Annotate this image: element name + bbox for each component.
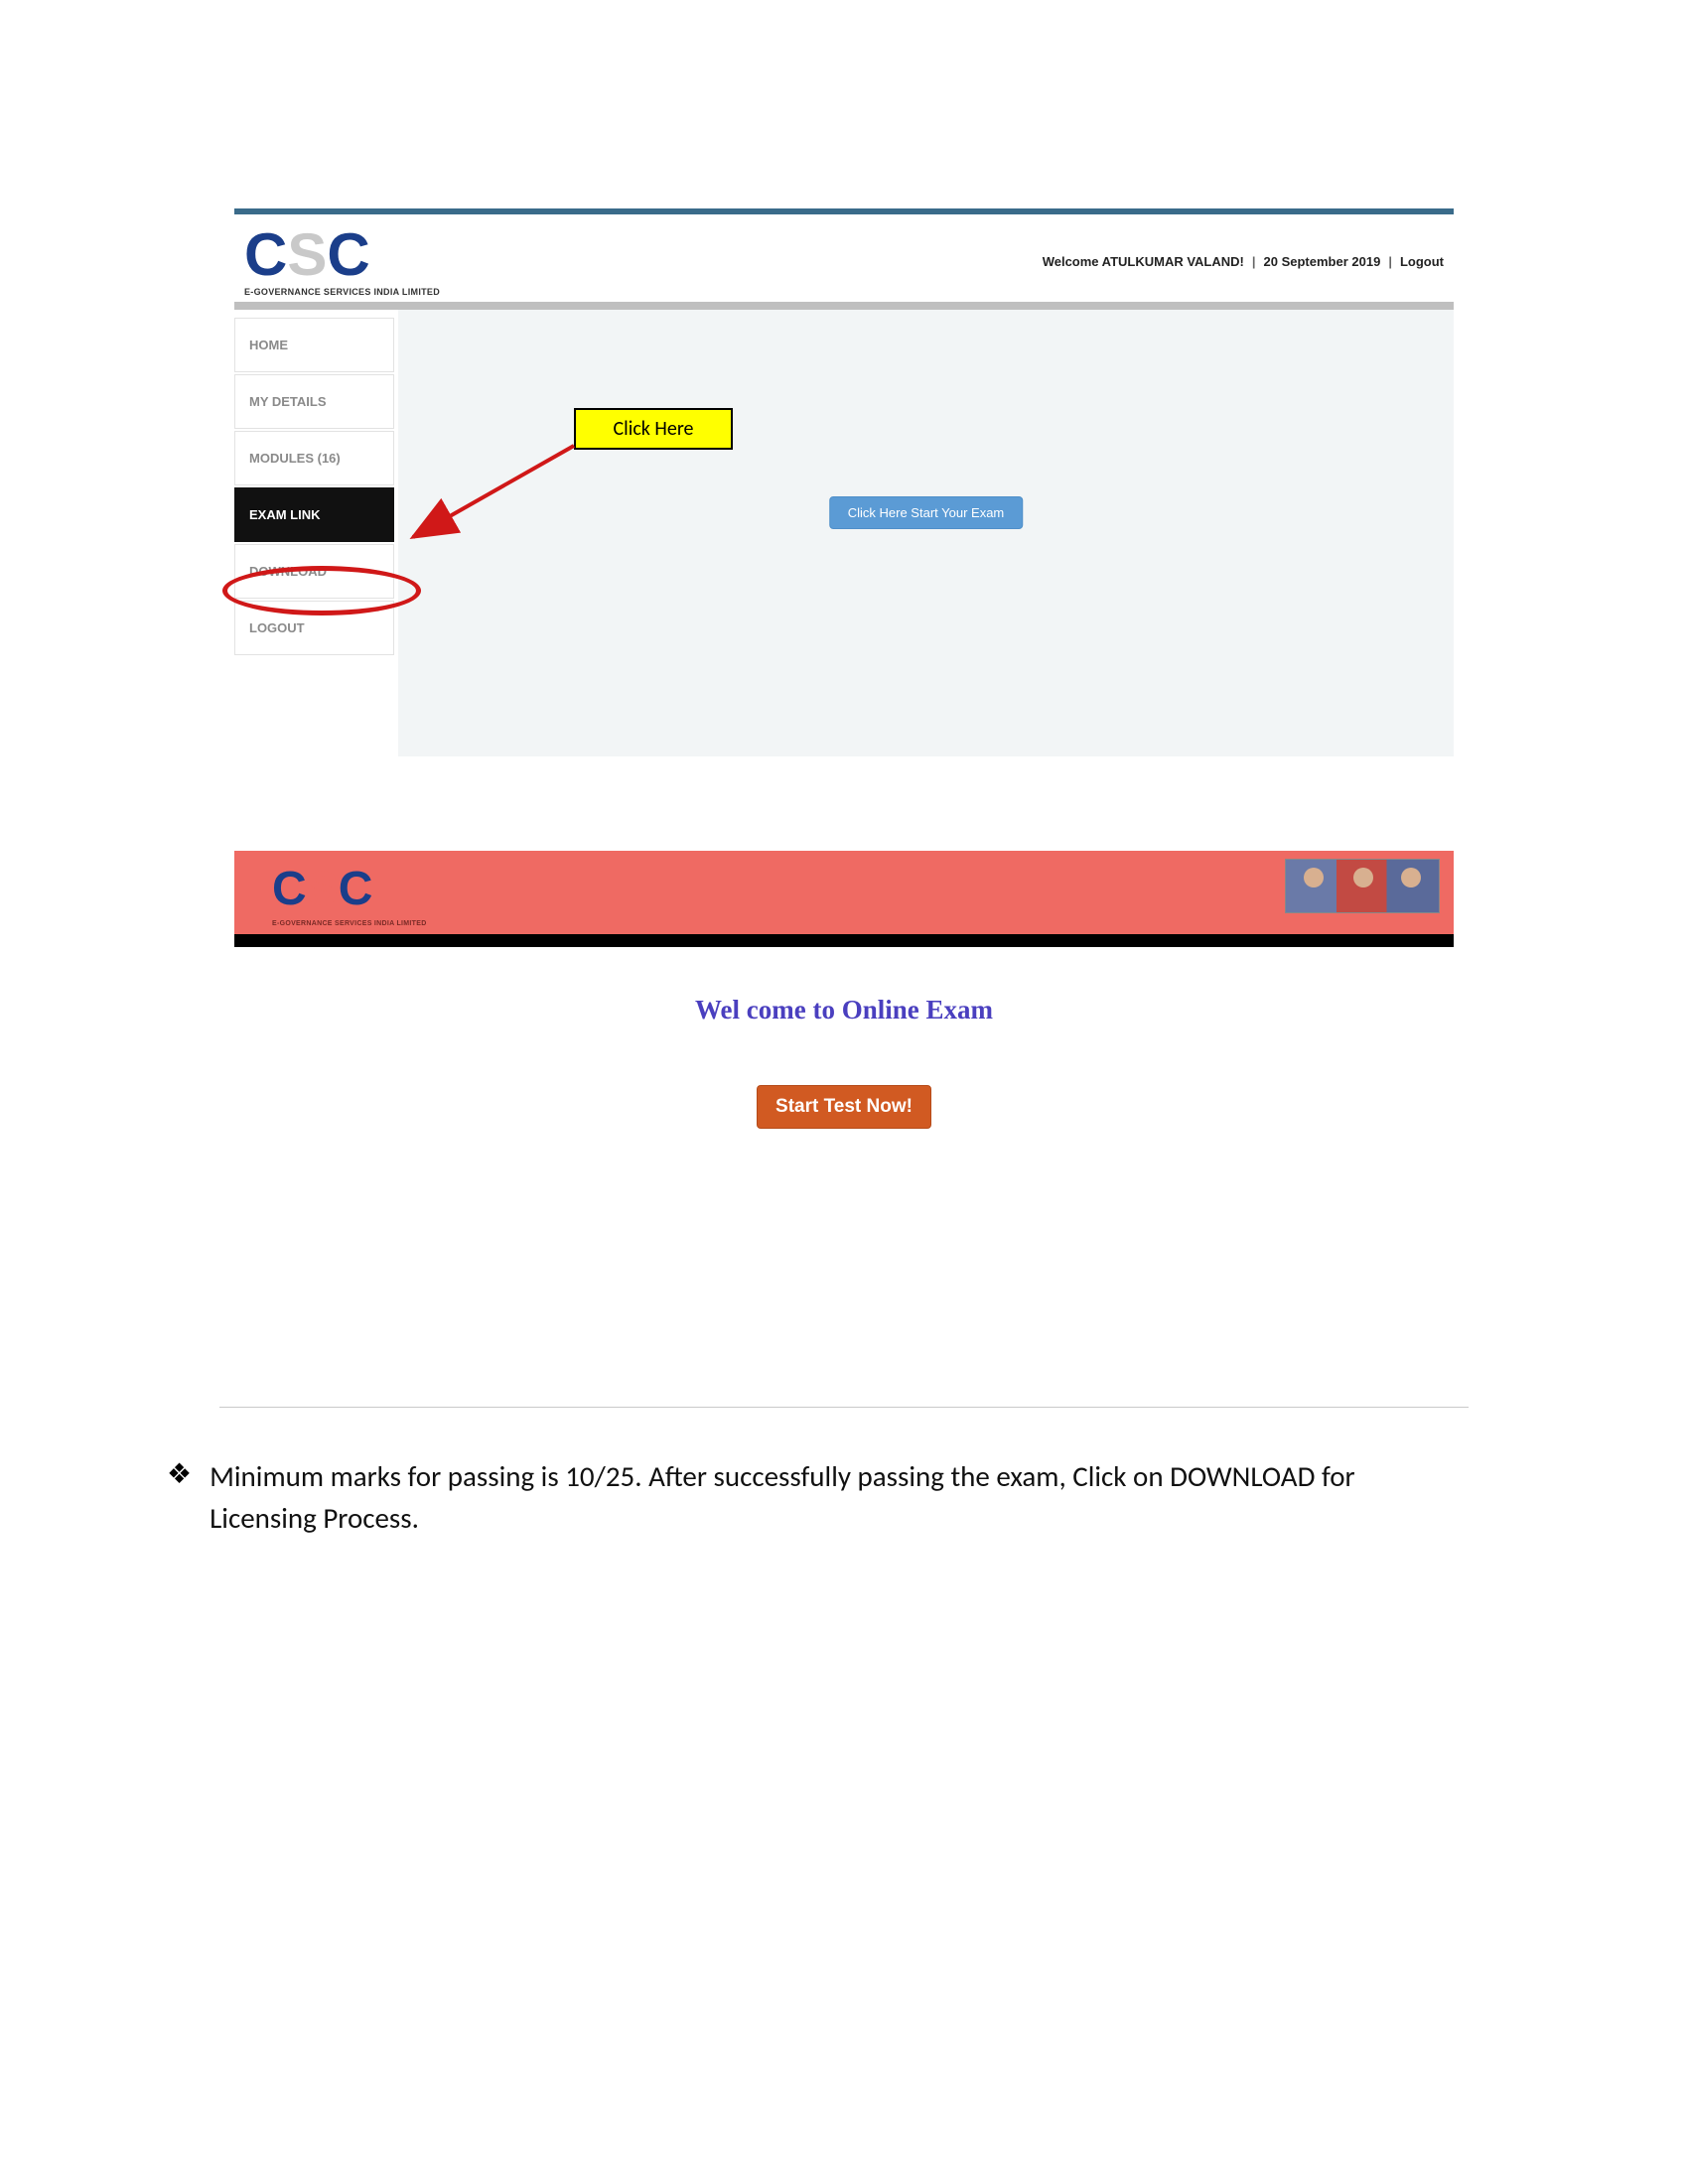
sidebar-item-my-details[interactable]: MY DETAILS — [234, 374, 394, 429]
instruction-text: Minimum marks for passing is 10/25. Afte… — [210, 1455, 1441, 1539]
screenshot-top: C S C E-GOVERNANCE SERVICES INDIA LIMITE… — [234, 208, 1454, 756]
exam-content: Wel come to Online Exam Start Test Now! — [234, 947, 1454, 1129]
separator: | — [1252, 254, 1256, 269]
sidebar-item-exam-link[interactable]: EXAM LINK — [234, 487, 394, 542]
instruction-bullet: ❖ Minimum marks for passing is 10/25. Af… — [167, 1455, 1454, 1539]
csc-logo: C S C — [244, 225, 440, 285]
main-content: Click Here Start Your Exam — [398, 310, 1454, 756]
exam-banner: C S C E-GOVERNANCE SERVICES INDIA LIMITE… — [234, 851, 1454, 934]
exam-welcome-title: Wel come to Online Exam — [234, 995, 1454, 1025]
app-header: C S C E-GOVERNANCE SERVICES INDIA LIMITE… — [234, 214, 1454, 310]
logo-letter-s: S — [307, 865, 339, 912]
start-test-button[interactable]: Start Test Now! — [757, 1085, 931, 1129]
logo-letter-c2: C — [327, 225, 369, 285]
bullet-icon: ❖ — [167, 1457, 192, 1539]
logo-letter-c1: C — [244, 225, 287, 285]
sidebar-item-modules[interactable]: MODULES (16) — [234, 431, 394, 485]
app-body: HOME MY DETAILS MODULES (16) EXAM LINK D… — [234, 310, 1454, 756]
logout-link[interactable]: Logout — [1400, 254, 1444, 269]
banner-people-image — [1285, 859, 1440, 913]
start-exam-button[interactable]: Click Here Start Your Exam — [829, 496, 1024, 529]
csc-logo: C S C — [272, 865, 395, 912]
click-here-callout: Click Here — [574, 408, 733, 450]
logo-letter-c2: C — [339, 865, 373, 912]
logo-letter-s: S — [287, 225, 327, 285]
welcome-text: Welcome ATULKUMAR VALAND! — [1043, 254, 1244, 269]
header-userinfo: Welcome ATULKUMAR VALAND! | 20 September… — [1043, 254, 1444, 269]
sidebar-item-logout[interactable]: LOGOUT — [234, 601, 394, 655]
logo-letter-c1: C — [272, 865, 307, 912]
sidebar-nav: HOME MY DETAILS MODULES (16) EXAM LINK D… — [234, 310, 398, 756]
horizontal-divider — [219, 1407, 1469, 1408]
separator: | — [1388, 254, 1392, 269]
header-date: 20 September 2019 — [1264, 254, 1381, 269]
screenshot-bottom: C S C E-GOVERNANCE SERVICES INDIA LIMITE… — [234, 851, 1454, 1129]
logo-tagline: E-GOVERNANCE SERVICES INDIA LIMITED — [244, 287, 440, 297]
csc-logo-block: C S C E-GOVERNANCE SERVICES INDIA LIMITE… — [244, 225, 440, 297]
sidebar-item-download[interactable]: DOWNLOAD — [234, 544, 394, 599]
logo-tagline: E-GOVERNANCE SERVICES INDIA LIMITED — [272, 920, 427, 927]
csc-logo-block: C S C E-GOVERNANCE SERVICES INDIA LIMITE… — [272, 859, 427, 927]
banner-blackbar — [234, 934, 1454, 947]
sidebar-item-home[interactable]: HOME — [234, 318, 394, 372]
